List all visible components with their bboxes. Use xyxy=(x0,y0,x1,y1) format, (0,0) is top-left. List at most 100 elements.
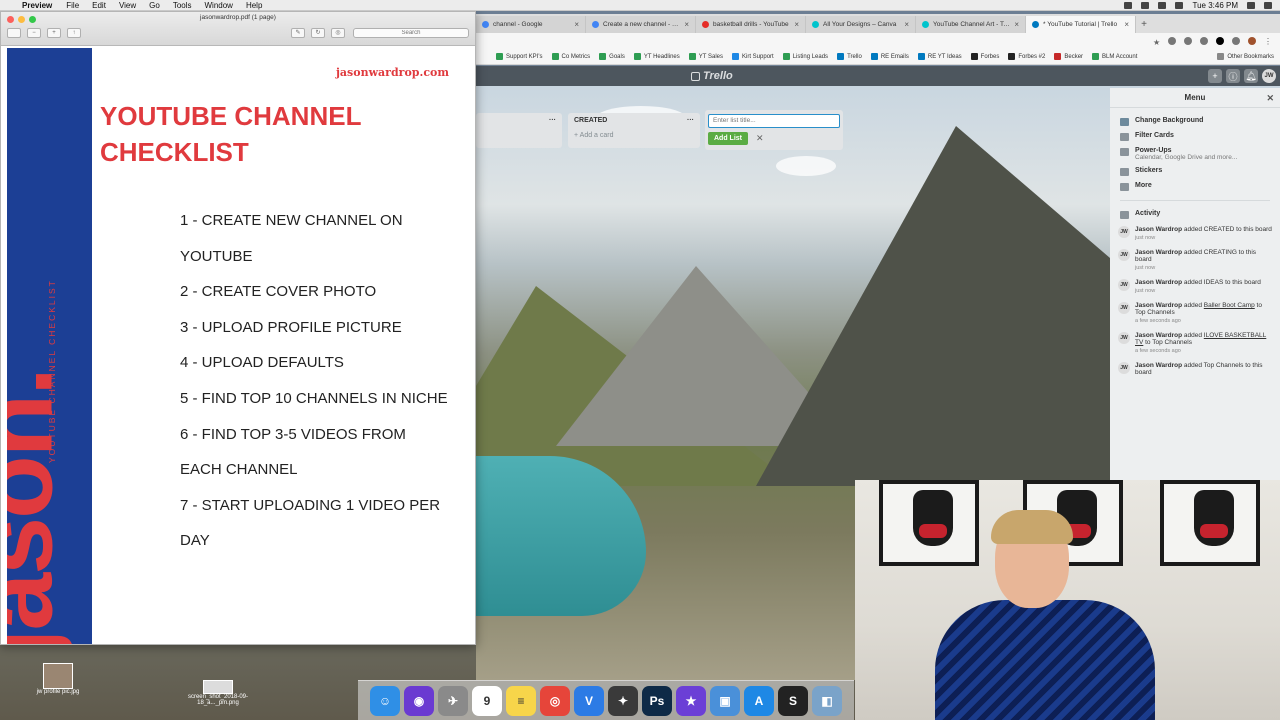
avatar[interactable]: JW xyxy=(1118,332,1130,344)
extension-icon[interactable] xyxy=(1232,37,1240,45)
menu-filter-cards[interactable]: Filter Cards xyxy=(1110,129,1280,144)
status-icon[interactable] xyxy=(1124,1,1133,9)
volume-icon[interactable] xyxy=(1158,1,1167,9)
bookmark-item[interactable]: Forbes xyxy=(970,53,999,60)
markup-toolbar-icon[interactable]: ◎ xyxy=(331,28,345,38)
zoom-in-icon[interactable]: + xyxy=(47,28,61,38)
close-menu-icon[interactable]: ✕ xyxy=(1266,93,1274,104)
battery-icon[interactable] xyxy=(1175,1,1184,9)
markup-pen-icon[interactable]: ✎ xyxy=(291,28,305,38)
rotate-icon[interactable]: ↻ xyxy=(311,28,325,38)
dock-finder-icon[interactable]: ☺ xyxy=(370,685,400,716)
bookmark-item[interactable]: Support KPI's xyxy=(496,53,543,60)
activity-time[interactable]: just now xyxy=(1135,288,1261,294)
browser-tab[interactable]: channel - Google × xyxy=(476,16,586,33)
list-title[interactable]: CREATED xyxy=(574,117,607,124)
trello-list-created[interactable]: CREATED ··· + Add a card xyxy=(568,113,700,148)
bookmark-item[interactable]: YT Headlines xyxy=(633,53,680,60)
menu-stickers[interactable]: Stickers xyxy=(1110,164,1280,179)
info-icon[interactable]: ⓘ xyxy=(1226,69,1240,83)
close-tab-icon[interactable]: × xyxy=(904,20,909,29)
extension-icon[interactable] xyxy=(1168,37,1176,45)
menu-tools[interactable]: Tools xyxy=(173,1,192,10)
activity-time[interactable]: just now xyxy=(1135,265,1272,271)
list-menu-icon[interactable]: ··· xyxy=(687,117,694,124)
browser-tab[interactable]: Create a new channel - YouTube × xyxy=(586,16,696,33)
bookmark-item[interactable]: Listing Leads xyxy=(782,53,828,60)
notifications-bell-icon[interactable]: 🔔︎ xyxy=(1244,69,1258,83)
user-avatar[interactable]: JW xyxy=(1262,69,1276,83)
bookmark-item[interactable]: Trello xyxy=(837,53,862,60)
bookmark-item[interactable]: RE YT Ideas xyxy=(917,53,962,60)
menu-file[interactable]: File xyxy=(66,1,79,10)
dock-chrome-icon[interactable]: ◎ xyxy=(540,685,570,716)
share-icon[interactable]: ↑ xyxy=(67,28,81,38)
avatar[interactable]: JW xyxy=(1118,302,1130,314)
bookmark-star-icon[interactable]: ★ xyxy=(1153,38,1160,47)
avatar[interactable]: JW xyxy=(1118,362,1130,374)
profile-avatar-icon[interactable] xyxy=(1248,37,1256,45)
bookmark-item[interactable]: Kirt Support xyxy=(732,53,774,60)
dock-app-store-icon[interactable]: A xyxy=(744,685,774,716)
trello-list[interactable]: ··· xyxy=(476,113,562,148)
search-input[interactable] xyxy=(353,28,469,38)
extension-icon[interactable] xyxy=(1200,37,1208,45)
add-card-link[interactable]: + Add a card xyxy=(574,132,694,139)
activity-time[interactable]: just now xyxy=(1135,235,1272,241)
chrome-menu-icon[interactable]: ⋮ xyxy=(1264,37,1272,46)
menu-app-name[interactable]: Preview xyxy=(22,1,52,10)
close-tab-icon[interactable]: × xyxy=(794,20,799,29)
extension-icon[interactable] xyxy=(1216,37,1224,45)
cancel-add-list-icon[interactable]: ✕ xyxy=(756,133,764,144)
bookmark-item[interactable]: YT Sales xyxy=(688,53,723,60)
avatar[interactable]: JW xyxy=(1118,226,1130,238)
dock-notes-icon[interactable]: ≡ xyxy=(506,685,536,716)
zoom-out-icon[interactable]: − xyxy=(27,28,41,38)
activity-user[interactable]: Jason Wardrop xyxy=(1135,226,1182,233)
desktop-file[interactable]: screen_shot_2018-09-18_a..._pm.png xyxy=(186,680,250,706)
dock-siri-icon[interactable]: ◉ xyxy=(404,685,434,716)
close-tab-icon[interactable]: × xyxy=(1014,20,1019,29)
menu-edit[interactable]: Edit xyxy=(92,1,106,10)
activity-time[interactable]: a few seconds ago xyxy=(1135,348,1272,354)
dock-launchpad-icon[interactable]: ✈ xyxy=(438,685,468,716)
close-tab-icon[interactable]: × xyxy=(574,20,579,29)
bookmark-item[interactable]: RE Emails xyxy=(870,53,909,60)
activity-user[interactable]: Jason Wardrop xyxy=(1135,249,1182,256)
dock-calendar-icon[interactable]: 9 xyxy=(472,685,502,716)
activity-user[interactable]: Jason Wardrop xyxy=(1135,362,1182,369)
bookmark-item[interactable]: Co Metrics xyxy=(551,53,590,60)
bookmark-item[interactable]: Forbes #2 xyxy=(1008,53,1045,60)
sidebar-toggle-icon[interactable] xyxy=(7,28,21,38)
bookmark-item[interactable]: Goals xyxy=(599,53,625,60)
other-bookmarks[interactable]: Other Bookmarks xyxy=(1217,53,1280,60)
activity-user[interactable]: Jason Wardrop xyxy=(1135,302,1182,309)
menu-view[interactable]: View xyxy=(119,1,136,10)
browser-tab[interactable]: All Your Designs – Canva × xyxy=(806,16,916,33)
desktop-file[interactable]: jw profile pic.jpg xyxy=(30,663,86,695)
menu-change-background[interactable]: Change Background xyxy=(1110,114,1280,129)
dock-scrivener-icon[interactable]: S xyxy=(778,685,808,716)
dock-preview-icon[interactable]: ◧ xyxy=(812,685,842,716)
dock-vectorize-icon[interactable]: V xyxy=(574,685,604,716)
dock-photoshop-icon[interactable]: Ps xyxy=(642,685,672,716)
dock-photo-booth-icon[interactable]: ✦ xyxy=(608,685,638,716)
activity-user[interactable]: Jason Wardrop xyxy=(1135,279,1182,286)
avatar[interactable]: JW xyxy=(1118,279,1130,291)
new-tab-button[interactable]: + xyxy=(1136,16,1152,33)
browser-tab-active[interactable]: * YouTube Tutorial | Trello × xyxy=(1026,16,1136,33)
menu-window[interactable]: Window xyxy=(205,1,233,10)
dock-screen-capture-icon[interactable]: ▣ xyxy=(710,685,740,716)
close-tab-icon[interactable]: × xyxy=(1124,20,1129,29)
browser-tab[interactable]: basketball drills - YouTube × xyxy=(696,16,806,33)
notification-center-icon[interactable] xyxy=(1264,1,1272,9)
add-icon[interactable]: + xyxy=(1208,69,1222,83)
add-list-button[interactable]: Add List xyxy=(708,131,748,145)
menu-more[interactable]: More xyxy=(1110,179,1280,194)
bookmark-item[interactable]: BLM Account xyxy=(1092,53,1137,60)
menu-power-ups[interactable]: Power-Ups Calendar, Google Drive and more… xyxy=(1110,144,1280,164)
spotlight-icon[interactable] xyxy=(1247,1,1255,9)
menubar-clock[interactable]: Tue 3:46 PM xyxy=(1192,1,1238,10)
dock-imovie-icon[interactable]: ★ xyxy=(676,685,706,716)
browser-tab[interactable]: YouTube Channel Art - TextC × xyxy=(916,16,1026,33)
